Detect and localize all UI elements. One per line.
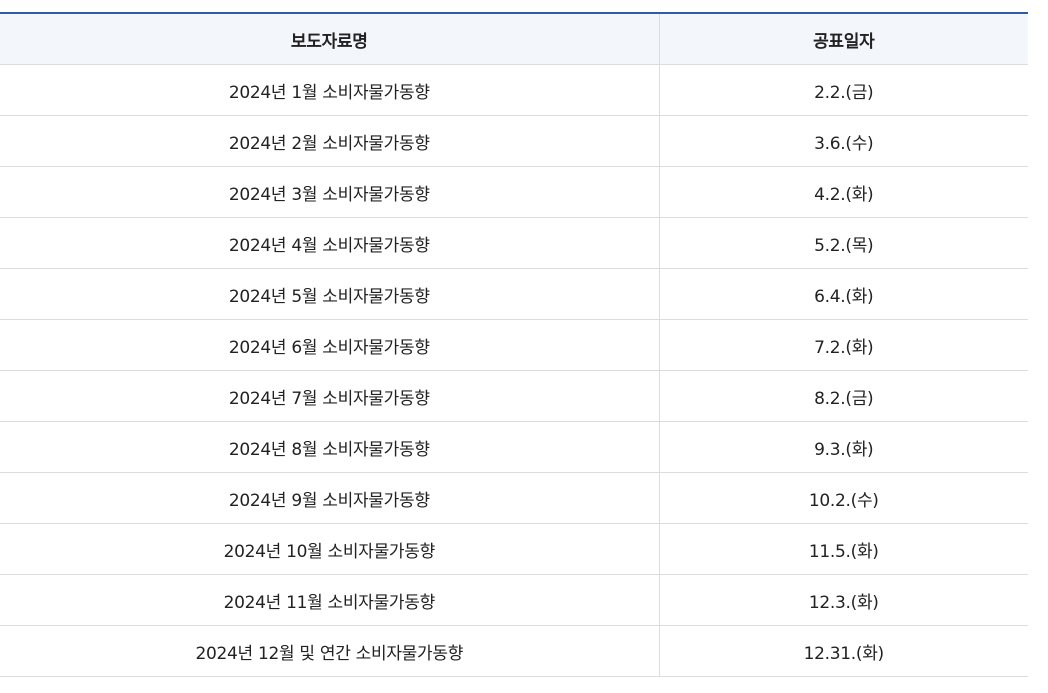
release-name-cell: 2024년 1월 소비자물가동향 xyxy=(0,64,660,116)
table-row: 2024년 6월 소비자물가동향 7.2.(화) xyxy=(0,319,1028,371)
release-name-cell: 2024년 11월 소비자물가동향 xyxy=(0,574,660,626)
release-name-cell: 2024년 3월 소비자물가동향 xyxy=(0,166,660,218)
table-row: 2024년 8월 소비자물가동향 9.3.(화) xyxy=(0,421,1028,473)
table-header: 보도자료명 공표일자 xyxy=(0,13,1028,65)
publication-date-cell: 12.31.(화) xyxy=(659,625,1028,677)
release-name-cell: 2024년 9월 소비자물가동향 xyxy=(0,472,660,524)
publication-date-cell: 10.2.(수) xyxy=(659,472,1028,524)
release-name-cell: 2024년 12월 및 연간 소비자물가동향 xyxy=(0,625,660,677)
table-row: 2024년 4월 소비자물가동향 5.2.(목) xyxy=(0,217,1028,269)
header-row: 보도자료명 공표일자 xyxy=(0,13,1028,65)
table-row: 2024년 7월 소비자물가동향 8.2.(금) xyxy=(0,370,1028,422)
publication-date-cell: 4.2.(화) xyxy=(659,166,1028,218)
table-row: 2024년 10월 소비자물가동향 11.5.(화) xyxy=(0,523,1028,575)
publication-date-cell: 3.6.(수) xyxy=(659,115,1028,167)
release-schedule-table-container: 보도자료명 공표일자 2024년 1월 소비자물가동향 2.2.(금) 2024… xyxy=(0,12,1028,677)
publication-date-cell: 8.2.(금) xyxy=(659,370,1028,422)
table-row: 2024년 12월 및 연간 소비자물가동향 12.31.(화) xyxy=(0,625,1028,677)
publication-date-cell: 2.2.(금) xyxy=(659,64,1028,116)
release-schedule-table: 보도자료명 공표일자 2024년 1월 소비자물가동향 2.2.(금) 2024… xyxy=(0,12,1028,677)
column-header-release-name: 보도자료명 xyxy=(0,13,660,65)
release-name-cell: 2024년 5월 소비자물가동향 xyxy=(0,268,660,320)
release-name-cell: 2024년 6월 소비자물가동향 xyxy=(0,319,660,371)
column-header-publication-date: 공표일자 xyxy=(659,13,1028,65)
publication-date-cell: 9.3.(화) xyxy=(659,421,1028,473)
table-row: 2024년 1월 소비자물가동향 2.2.(금) xyxy=(0,64,1028,116)
publication-date-cell: 12.3.(화) xyxy=(659,574,1028,626)
release-name-cell: 2024년 10월 소비자물가동향 xyxy=(0,523,660,575)
publication-date-cell: 7.2.(화) xyxy=(659,319,1028,371)
release-name-cell: 2024년 8월 소비자물가동향 xyxy=(0,421,660,473)
release-name-cell: 2024년 4월 소비자물가동향 xyxy=(0,217,660,269)
table-row: 2024년 3월 소비자물가동향 4.2.(화) xyxy=(0,166,1028,218)
release-name-cell: 2024년 2월 소비자물가동향 xyxy=(0,115,660,167)
publication-date-cell: 6.4.(화) xyxy=(659,268,1028,320)
table-row: 2024년 5월 소비자물가동향 6.4.(화) xyxy=(0,268,1028,320)
publication-date-cell: 5.2.(목) xyxy=(659,217,1028,269)
release-name-cell: 2024년 7월 소비자물가동향 xyxy=(0,370,660,422)
table-body: 2024년 1월 소비자물가동향 2.2.(금) 2024년 2월 소비자물가동… xyxy=(0,64,1028,677)
table-row: 2024년 2월 소비자물가동향 3.6.(수) xyxy=(0,115,1028,167)
table-row: 2024년 9월 소비자물가동향 10.2.(수) xyxy=(0,472,1028,524)
table-row: 2024년 11월 소비자물가동향 12.3.(화) xyxy=(0,574,1028,626)
publication-date-cell: 11.5.(화) xyxy=(659,523,1028,575)
